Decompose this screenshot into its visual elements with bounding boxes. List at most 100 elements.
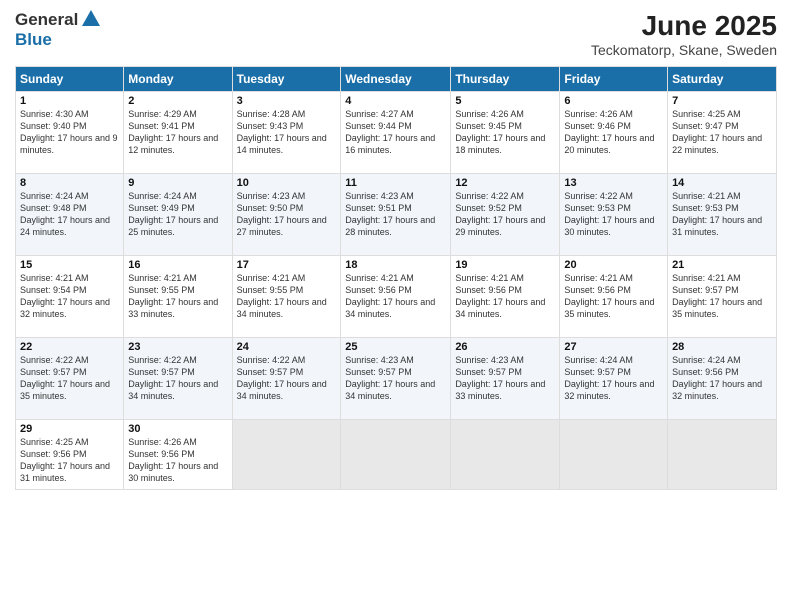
day-number: 1 [20,95,119,107]
day-info: Sunrise: 4:26 AM Sunset: 9:46 PM Dayligh… [564,108,663,157]
day-info: Sunrise: 4:22 AM Sunset: 9:53 PM Dayligh… [564,190,663,239]
day-info: Sunrise: 4:21 AM Sunset: 9:53 PM Dayligh… [672,190,772,239]
logo-icon [80,8,102,30]
table-row [560,420,668,490]
day-info: Sunrise: 4:29 AM Sunset: 9:41 PM Dayligh… [128,108,227,157]
day-number: 2 [128,95,227,107]
logo: General Blue [15,10,102,50]
day-info: Sunrise: 4:23 AM Sunset: 9:57 PM Dayligh… [345,354,446,403]
day-info: Sunrise: 4:21 AM Sunset: 9:54 PM Dayligh… [20,272,119,321]
day-number: 29 [20,423,119,435]
table-row: 18Sunrise: 4:21 AM Sunset: 9:56 PM Dayli… [341,256,451,338]
day-info: Sunrise: 4:23 AM Sunset: 9:50 PM Dayligh… [237,190,337,239]
day-info: Sunrise: 4:25 AM Sunset: 9:47 PM Dayligh… [672,108,772,157]
table-row: 13Sunrise: 4:22 AM Sunset: 9:53 PM Dayli… [560,174,668,256]
day-info: Sunrise: 4:30 AM Sunset: 9:40 PM Dayligh… [20,108,119,157]
table-row [668,420,777,490]
table-row [232,420,341,490]
table-row: 19Sunrise: 4:21 AM Sunset: 9:56 PM Dayli… [451,256,560,338]
day-number: 12 [455,177,555,189]
title-block: June 2025 Teckomatorp, Skane, Sweden [591,10,777,58]
table-row: 8Sunrise: 4:24 AM Sunset: 9:48 PM Daylig… [16,174,124,256]
header-saturday: Saturday [668,67,777,92]
day-number: 9 [128,177,227,189]
day-number: 6 [564,95,663,107]
day-info: Sunrise: 4:24 AM Sunset: 9:57 PM Dayligh… [564,354,663,403]
table-row [451,420,560,490]
day-info: Sunrise: 4:21 AM Sunset: 9:57 PM Dayligh… [672,272,772,321]
day-info: Sunrise: 4:21 AM Sunset: 9:56 PM Dayligh… [564,272,663,321]
table-row: 25Sunrise: 4:23 AM Sunset: 9:57 PM Dayli… [341,338,451,420]
day-number: 23 [128,341,227,353]
table-row: 29Sunrise: 4:25 AM Sunset: 9:56 PM Dayli… [16,420,124,490]
table-row: 28Sunrise: 4:24 AM Sunset: 9:56 PM Dayli… [668,338,777,420]
day-info: Sunrise: 4:22 AM Sunset: 9:57 PM Dayligh… [128,354,227,403]
day-number: 27 [564,341,663,353]
day-number: 24 [237,341,337,353]
day-info: Sunrise: 4:24 AM Sunset: 9:49 PM Dayligh… [128,190,227,239]
table-row: 3Sunrise: 4:28 AM Sunset: 9:43 PM Daylig… [232,92,341,174]
table-row: 11Sunrise: 4:23 AM Sunset: 9:51 PM Dayli… [341,174,451,256]
day-number: 30 [128,423,227,435]
day-number: 8 [20,177,119,189]
day-number: 11 [345,177,446,189]
day-number: 21 [672,259,772,271]
day-info: Sunrise: 4:22 AM Sunset: 9:57 PM Dayligh… [20,354,119,403]
day-number: 13 [564,177,663,189]
day-number: 22 [20,341,119,353]
table-row: 2Sunrise: 4:29 AM Sunset: 9:41 PM Daylig… [124,92,232,174]
day-info: Sunrise: 4:22 AM Sunset: 9:52 PM Dayligh… [455,190,555,239]
day-number: 26 [455,341,555,353]
table-row: 12Sunrise: 4:22 AM Sunset: 9:52 PM Dayli… [451,174,560,256]
page-title: June 2025 [591,10,777,42]
table-row: 1Sunrise: 4:30 AM Sunset: 9:40 PM Daylig… [16,92,124,174]
table-row: 14Sunrise: 4:21 AM Sunset: 9:53 PM Dayli… [668,174,777,256]
page-subtitle: Teckomatorp, Skane, Sweden [591,42,777,58]
day-info: Sunrise: 4:21 AM Sunset: 9:56 PM Dayligh… [345,272,446,321]
table-row: 15Sunrise: 4:21 AM Sunset: 9:54 PM Dayli… [16,256,124,338]
calendar-header-row: Sunday Monday Tuesday Wednesday Thursday… [16,67,777,92]
table-row: 30Sunrise: 4:26 AM Sunset: 9:56 PM Dayli… [124,420,232,490]
day-number: 4 [345,95,446,107]
day-info: Sunrise: 4:28 AM Sunset: 9:43 PM Dayligh… [237,108,337,157]
table-row: 5Sunrise: 4:26 AM Sunset: 9:45 PM Daylig… [451,92,560,174]
table-row: 27Sunrise: 4:24 AM Sunset: 9:57 PM Dayli… [560,338,668,420]
day-number: 18 [345,259,446,271]
day-info: Sunrise: 4:21 AM Sunset: 9:56 PM Dayligh… [455,272,555,321]
day-number: 25 [345,341,446,353]
header-wednesday: Wednesday [341,67,451,92]
table-row [341,420,451,490]
day-number: 10 [237,177,337,189]
table-row: 26Sunrise: 4:23 AM Sunset: 9:57 PM Dayli… [451,338,560,420]
table-row: 23Sunrise: 4:22 AM Sunset: 9:57 PM Dayli… [124,338,232,420]
table-row: 7Sunrise: 4:25 AM Sunset: 9:47 PM Daylig… [668,92,777,174]
day-number: 3 [237,95,337,107]
table-row: 21Sunrise: 4:21 AM Sunset: 9:57 PM Dayli… [668,256,777,338]
day-number: 15 [20,259,119,271]
day-info: Sunrise: 4:21 AM Sunset: 9:55 PM Dayligh… [237,272,337,321]
day-info: Sunrise: 4:24 AM Sunset: 9:56 PM Dayligh… [672,354,772,403]
table-row: 10Sunrise: 4:23 AM Sunset: 9:50 PM Dayli… [232,174,341,256]
day-info: Sunrise: 4:22 AM Sunset: 9:57 PM Dayligh… [237,354,337,403]
day-info: Sunrise: 4:26 AM Sunset: 9:56 PM Dayligh… [128,436,227,485]
page: General Blue June 2025 Teckomatorp, Skan… [0,0,792,612]
table-row: 16Sunrise: 4:21 AM Sunset: 9:55 PM Dayli… [124,256,232,338]
header-thursday: Thursday [451,67,560,92]
table-row: 20Sunrise: 4:21 AM Sunset: 9:56 PM Dayli… [560,256,668,338]
day-number: 19 [455,259,555,271]
day-info: Sunrise: 4:23 AM Sunset: 9:51 PM Dayligh… [345,190,446,239]
header-tuesday: Tuesday [232,67,341,92]
day-number: 5 [455,95,555,107]
table-row: 22Sunrise: 4:22 AM Sunset: 9:57 PM Dayli… [16,338,124,420]
table-row: 9Sunrise: 4:24 AM Sunset: 9:49 PM Daylig… [124,174,232,256]
header: General Blue June 2025 Teckomatorp, Skan… [15,10,777,58]
day-info: Sunrise: 4:27 AM Sunset: 9:44 PM Dayligh… [345,108,446,157]
logo-blue: Blue [15,30,102,50]
header-monday: Monday [124,67,232,92]
day-info: Sunrise: 4:24 AM Sunset: 9:48 PM Dayligh… [20,190,119,239]
day-info: Sunrise: 4:21 AM Sunset: 9:55 PM Dayligh… [128,272,227,321]
header-sunday: Sunday [16,67,124,92]
day-number: 16 [128,259,227,271]
logo-general: General [15,10,78,30]
day-number: 28 [672,341,772,353]
